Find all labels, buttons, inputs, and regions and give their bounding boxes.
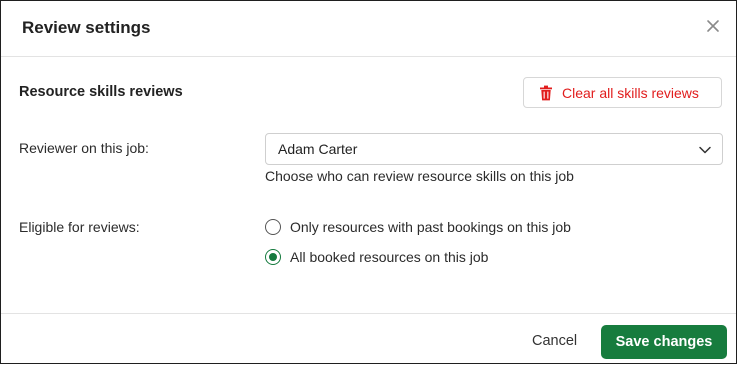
section-heading: Resource skills reviews: [19, 84, 183, 100]
close-icon[interactable]: [704, 17, 722, 35]
dialog-title: Review settings: [22, 18, 151, 37]
radio-option-past-bookings[interactable]: Only resources with past bookings on thi…: [265, 219, 571, 235]
chevron-down-icon: [698, 143, 712, 157]
clear-all-skills-reviews-button[interactable]: Clear all skills reviews: [523, 77, 722, 108]
reviewer-select[interactable]: Adam Carter: [265, 133, 723, 165]
reviewer-helper-text: Choose who can review resource skills on…: [265, 168, 574, 184]
radio-option-all-booked[interactable]: All booked resources on this job: [265, 249, 488, 265]
eligibility-label: Eligible for reviews:: [19, 219, 140, 235]
radio-option-label: All booked resources on this job: [290, 249, 489, 265]
reviewer-label: Reviewer on this job:: [19, 140, 149, 156]
radio-button[interactable]: [265, 219, 281, 235]
reviewer-selected-value: Adam Carter: [278, 141, 358, 157]
trash-icon: [539, 85, 553, 101]
dialog-header: Review settings: [1, 1, 736, 57]
review-settings-dialog: Review settings Resource skills reviews …: [0, 0, 737, 364]
cancel-button[interactable]: Cancel: [532, 333, 577, 349]
radio-button-selected[interactable]: [265, 249, 281, 265]
save-changes-button[interactable]: Save changes: [601, 325, 727, 359]
radio-option-label: Only resources with past bookings on thi…: [290, 219, 571, 235]
clear-button-label: Clear all skills reviews: [562, 84, 699, 101]
